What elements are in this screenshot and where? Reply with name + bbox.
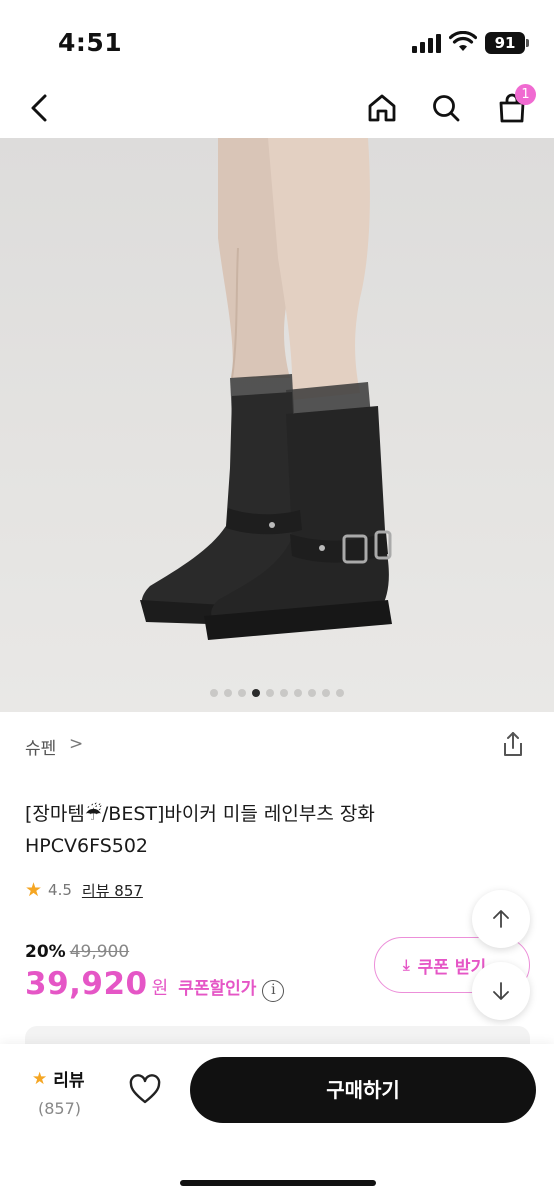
review-label: 리뷰 — [53, 1071, 85, 1091]
home-icon[interactable] — [362, 88, 402, 128]
product-title: [장마템☔/BEST]바이커 미들 레인부츠 장화 HPCV6FS502 — [25, 798, 525, 862]
brand-row: 슈펜 > — [25, 730, 530, 760]
cellular-signal-icon — [412, 33, 442, 53]
buy-button[interactable]: 구매하기 — [190, 1057, 536, 1123]
gallery-dot[interactable] — [336, 689, 344, 697]
gallery-dot[interactable] — [322, 689, 330, 697]
gallery-dot[interactable] — [308, 689, 316, 697]
discount-rate: 20% — [25, 942, 66, 962]
rating-value: 4.5 — [48, 881, 72, 899]
review-count: (857) — [38, 1099, 82, 1118]
status-bar: 4:51 91 — [0, 0, 554, 80]
search-icon[interactable] — [426, 88, 466, 128]
price-row: 39,920 원 쿠폰할인가 i — [25, 966, 285, 1006]
currency-unit: 원 — [151, 978, 169, 999]
arrow-up-icon — [493, 910, 509, 928]
discount-row: 20% 49,900 — [25, 940, 129, 964]
boots-illustration — [140, 138, 392, 640]
review-link[interactable]: 리뷰 857 — [82, 880, 143, 901]
gallery-dot[interactable] — [280, 689, 288, 697]
gallery-dot[interactable] — [210, 689, 218, 697]
gallery-dot[interactable] — [266, 689, 274, 697]
product-title-line1: [장마템☔/BEST]바이커 미들 레인부츠 장화 — [25, 803, 375, 825]
wifi-icon — [449, 31, 477, 51]
brand-link[interactable]: 슈펜 — [25, 734, 56, 759]
top-nav — [0, 80, 554, 138]
star-icon: ★ — [25, 879, 43, 901]
coupon-button-label: 쿠폰 받기 — [417, 957, 487, 978]
chevron-right-icon[interactable]: > — [69, 734, 83, 754]
cart-count-badge: 1 — [515, 84, 536, 105]
home-indicator — [180, 1180, 376, 1186]
gallery-dot-active[interactable] — [252, 689, 260, 697]
scroll-down-button[interactable] — [472, 962, 530, 1020]
gallery-dot[interactable] — [224, 689, 232, 697]
review-summary[interactable]: ★ 리뷰 (857) — [32, 1066, 112, 1126]
original-price: 49,900 — [69, 942, 130, 962]
star-icon: ★ — [32, 1068, 48, 1089]
product-code: HPCV6FS502 — [25, 835, 149, 857]
product-image[interactable] — [0, 138, 554, 712]
info-icon[interactable]: i — [262, 980, 285, 1002]
sale-price: 39,920 — [25, 966, 148, 1002]
scroll-up-button[interactable] — [472, 890, 530, 948]
gallery-pagination — [0, 689, 554, 699]
gallery-dot[interactable] — [294, 689, 302, 697]
battery-indicator: 91 — [485, 32, 525, 54]
gallery-dot[interactable] — [238, 689, 246, 697]
share-icon[interactable] — [499, 730, 527, 758]
arrow-down-icon — [493, 982, 509, 1000]
status-time: 4:51 — [58, 28, 123, 57]
battery-tip — [526, 39, 529, 47]
coupon-price-label: 쿠폰할인가 — [178, 979, 257, 999]
back-icon[interactable] — [20, 88, 60, 128]
download-icon: ⤓ — [403, 956, 410, 974]
heart-icon[interactable] — [128, 1073, 162, 1107]
rating-row: ★ 4.5 리뷰 857 — [25, 878, 143, 902]
